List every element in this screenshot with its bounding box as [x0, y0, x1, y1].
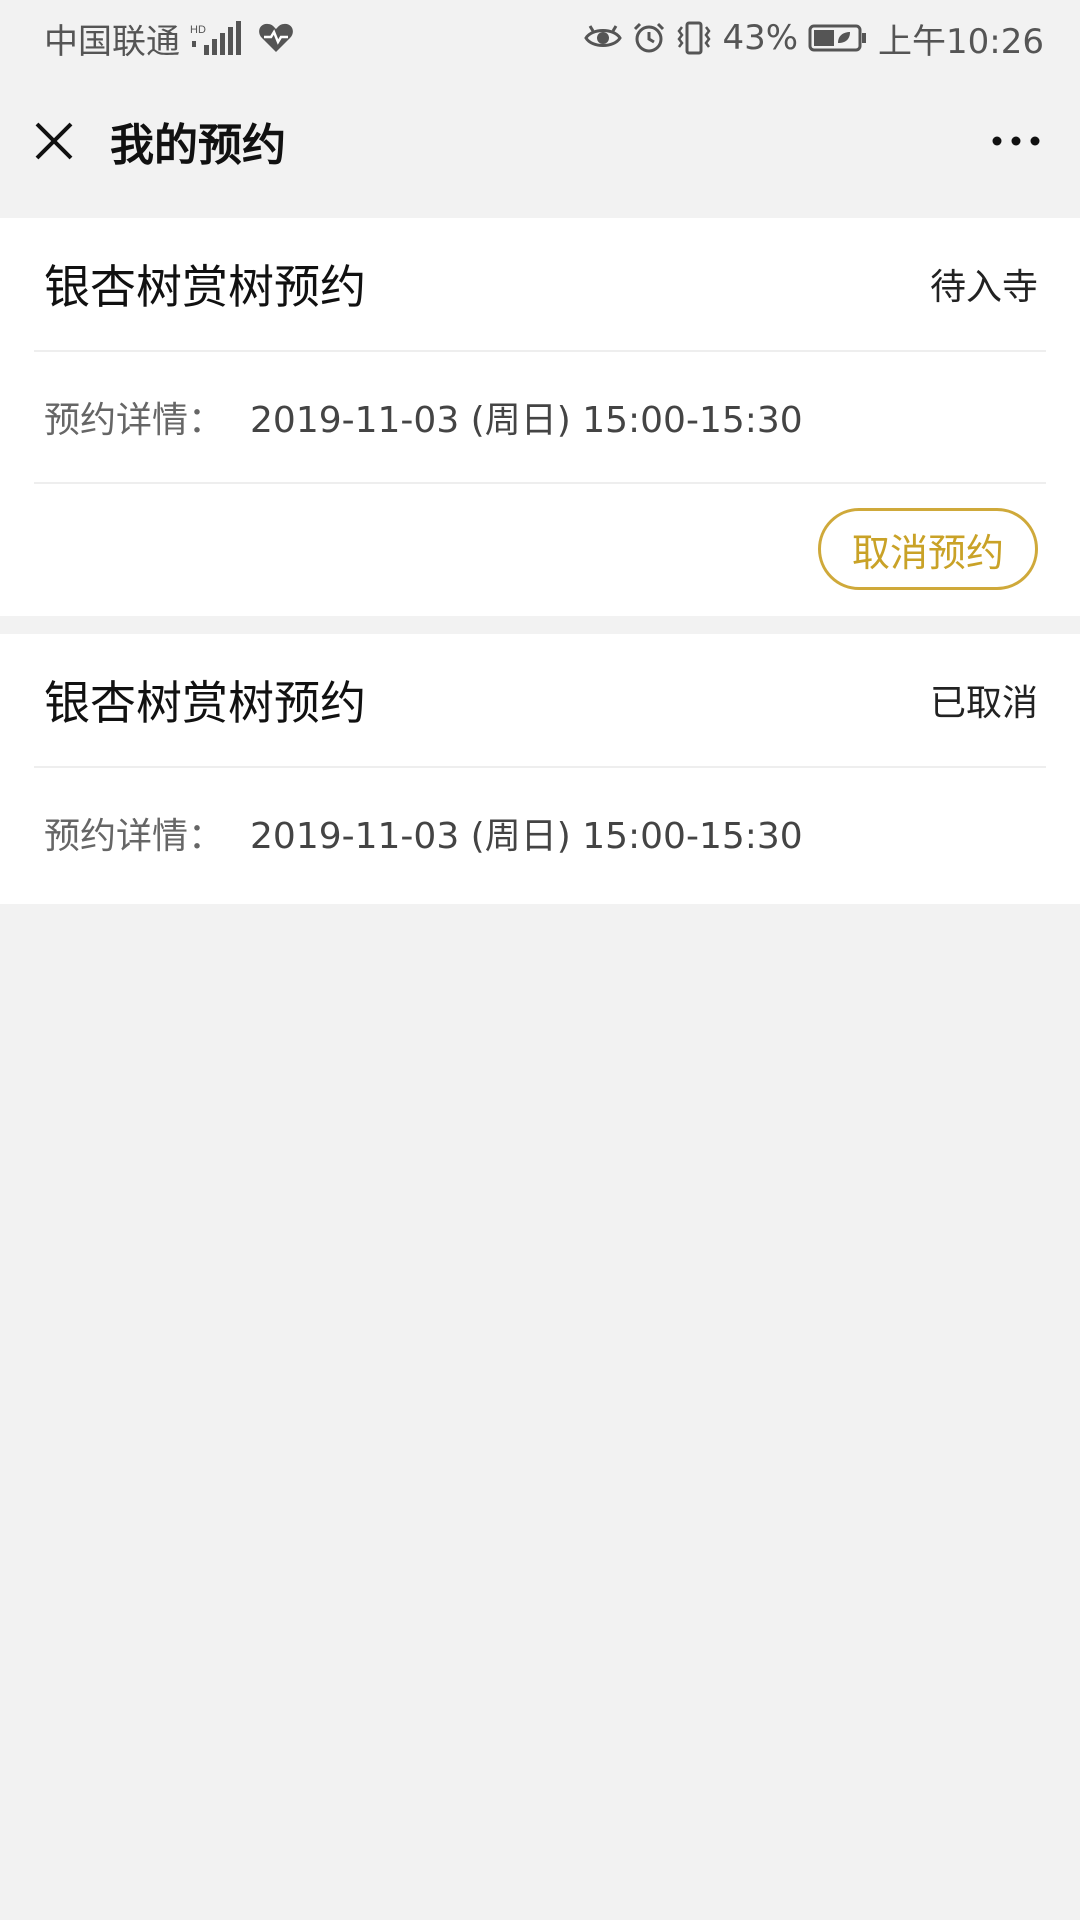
vibrate-icon	[676, 21, 712, 55]
nav-bar: 我的预约	[0, 76, 1080, 206]
signal-icon: HD	[190, 21, 248, 55]
reservation-title: 银杏树赏树预约	[44, 260, 366, 314]
reservation-detail: 预约详情： 2019-11-03 (周日) 15:00-15:30	[0, 768, 1080, 898]
more-icon	[992, 136, 1040, 146]
close-button[interactable]	[34, 121, 74, 161]
detail-value: 2019-11-03 (周日) 15:00-15:30	[250, 816, 803, 857]
reservation-status: 待入寺	[929, 267, 1038, 308]
reservation-header: 银杏树赏树预约 已取消	[0, 634, 1080, 766]
close-icon	[35, 122, 73, 160]
clock-time: 上午10:26	[878, 21, 1044, 62]
battery-percent: 43%	[722, 18, 799, 58]
reservation-actions: 取消预约	[0, 484, 1080, 614]
reservation-header: 银杏树赏树预约 待入寺	[0, 218, 1080, 350]
reservation-detail: 预约详情： 2019-11-03 (周日) 15:00-15:30	[0, 352, 1080, 482]
carrier-name: 中国联通	[44, 21, 180, 62]
detail-value: 2019-11-03 (周日) 15:00-15:30	[250, 400, 803, 441]
page-title: 我的预约	[110, 120, 286, 171]
health-icon	[258, 22, 294, 54]
detail-label: 预约详情：	[44, 400, 225, 441]
reservation-card: 银杏树赏树预约 待入寺 预约详情： 2019-11-03 (周日) 15:00-…	[0, 218, 1080, 616]
screen: 中国联通 HD 43% 上午10:26 我的预约 银杏树赏树预约 待入寺 预约详…	[0, 0, 1080, 1920]
reservation-card: 银杏树赏树预约 已取消 预约详情： 2019-11-03 (周日) 15:00-…	[0, 634, 1080, 904]
alarm-icon	[632, 21, 666, 55]
cancel-reservation-button[interactable]: 取消预约	[818, 508, 1038, 590]
network-type-label: HD	[190, 24, 206, 36]
battery-icon	[808, 23, 868, 53]
eye-icon	[584, 24, 623, 52]
status-left: 中国联通 HD	[44, 14, 294, 63]
more-button[interactable]	[986, 121, 1046, 161]
status-bar: 中国联通 HD 43% 上午10:26	[0, 0, 1080, 76]
reservation-title: 银杏树赏树预约	[44, 676, 366, 730]
status-right: 43% 上午10:26	[584, 14, 1044, 63]
reservation-status: 已取消	[929, 683, 1038, 724]
detail-label: 预约详情：	[44, 816, 225, 857]
